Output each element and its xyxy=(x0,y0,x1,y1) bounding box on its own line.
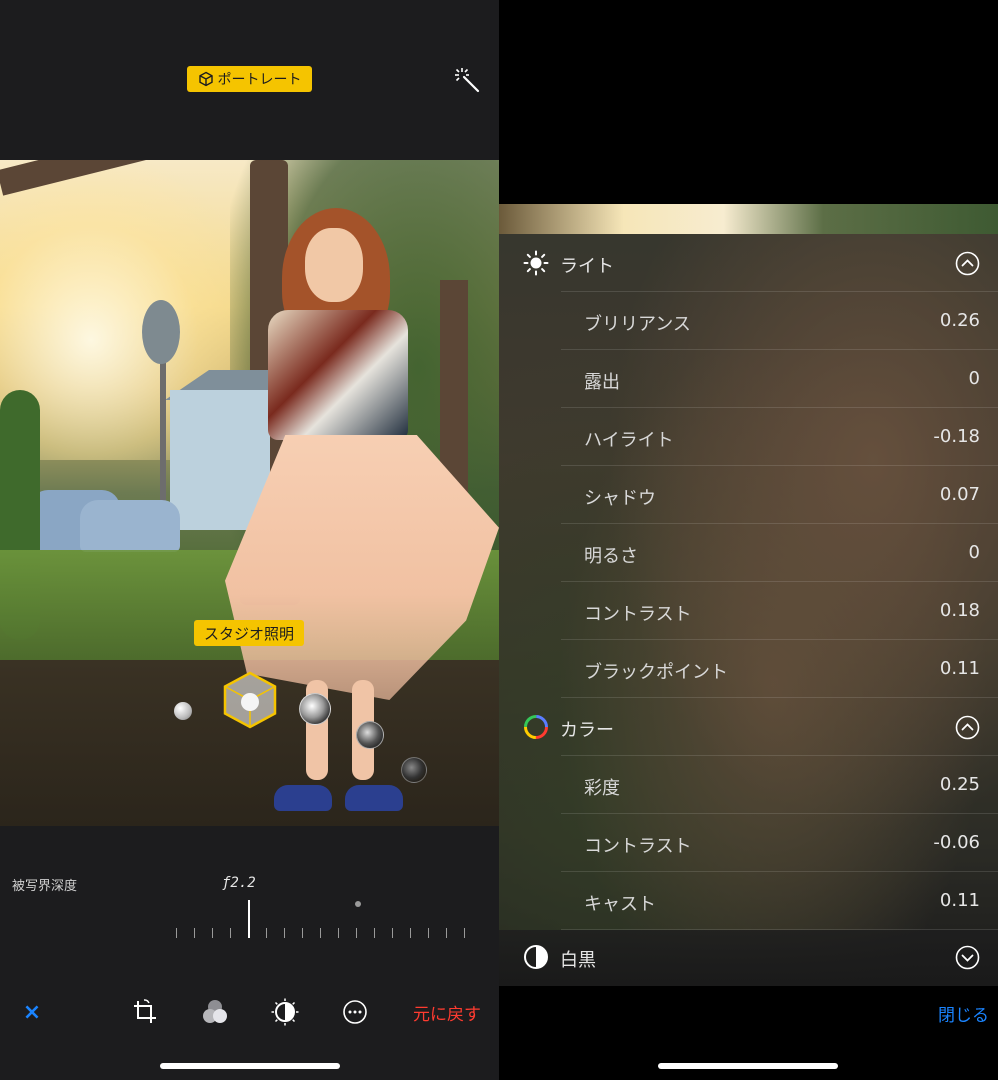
close-button[interactable]: 閉じる xyxy=(919,998,989,1028)
magic-wand-icon xyxy=(455,68,480,93)
section-header-color[interactable]: カラー xyxy=(499,698,998,756)
filters-button[interactable] xyxy=(199,996,231,1028)
section-title: 白黒 xyxy=(560,950,596,971)
cube-icon xyxy=(198,71,213,87)
cancel-button[interactable]: × xyxy=(18,996,46,1028)
adjust-item-vibrance[interactable]: コントラスト -0.06 xyxy=(499,814,998,872)
adjustments-list[interactable]: ライト ブリリアンス 0.26 露出 0 ハイライト -0.18 シャドウ 0.… xyxy=(499,234,998,986)
filters-icon xyxy=(203,1000,227,1023)
adjust-item-highlights[interactable]: ハイライト -0.18 xyxy=(499,408,998,466)
chevron-down-circle-icon[interactable] xyxy=(955,945,980,970)
item-value: 0.26 xyxy=(939,310,980,331)
adjust-item-exposure[interactable]: 露出 0 xyxy=(499,350,998,408)
half-circle-icon xyxy=(524,945,548,969)
adjustments-panel: ライト ブリリアンス 0.26 露出 0 ハイライト -0.18 シャドウ 0.… xyxy=(499,0,998,1080)
item-value: 0.25 xyxy=(939,774,980,795)
adjust-item-cast[interactable]: キャスト 0.11 xyxy=(499,872,998,930)
portrait-badge-label: ポートレート xyxy=(217,72,302,88)
more-button[interactable] xyxy=(340,996,370,1028)
light-option-natural[interactable] xyxy=(174,702,192,720)
home-indicator[interactable] xyxy=(658,1063,838,1069)
item-label: ブリリアンス xyxy=(584,314,691,335)
section-title: カラー xyxy=(560,720,614,741)
light-option-stage-mono[interactable] xyxy=(401,757,427,783)
adjust-item-brightness[interactable]: 明るさ 0 xyxy=(499,524,998,582)
section-header-black-white[interactable]: 白黒 xyxy=(499,930,998,986)
section-header-light[interactable]: ライト xyxy=(499,234,998,292)
item-value: 0.18 xyxy=(939,600,980,621)
auto-enhance-button[interactable] xyxy=(451,64,483,96)
home-indicator[interactable] xyxy=(160,1063,340,1069)
item-value: 0 xyxy=(968,542,980,563)
depth-slider[interactable] xyxy=(170,896,470,942)
item-label: シャドウ xyxy=(584,488,656,509)
item-label: 彩度 xyxy=(584,778,620,799)
depth-of-field-label: 被写界深度 xyxy=(12,879,78,894)
adjust-item-black-point[interactable]: ブラックポイント 0.11 xyxy=(499,640,998,698)
item-label: コントラスト xyxy=(584,604,692,625)
crop-button[interactable] xyxy=(130,996,160,1028)
item-value: 0.11 xyxy=(939,658,980,679)
chevron-up-circle-icon[interactable] xyxy=(955,251,980,276)
chevron-up-circle-icon[interactable] xyxy=(955,715,980,740)
portrait-editor-panel: ポートレート スタジオ照明 被写界深度 ƒ2.2 × 元に戻す xyxy=(0,0,499,1080)
adjust-dial-icon xyxy=(271,998,299,1026)
adjust-item-brilliance[interactable]: ブリリアンス 0.26 xyxy=(499,292,998,350)
item-label: キャスト xyxy=(584,894,656,915)
sun-icon xyxy=(523,250,549,276)
photo-preview-strip xyxy=(499,204,998,236)
item-label: 明るさ xyxy=(584,546,638,567)
adjust-item-shadows[interactable]: シャドウ 0.07 xyxy=(499,466,998,524)
crop-rotate-icon xyxy=(134,999,156,1023)
revert-button[interactable]: 元に戻す xyxy=(402,996,492,1028)
item-value: 0.07 xyxy=(939,484,980,505)
depth-default-marker xyxy=(355,901,361,907)
section-title: ライト xyxy=(560,256,614,277)
light-option-studio-selected[interactable] xyxy=(222,671,278,729)
adjust-button[interactable] xyxy=(269,996,301,1028)
item-value: -0.18 xyxy=(933,426,980,447)
portrait-toggle-button[interactable]: ポートレート xyxy=(187,66,312,92)
depth-slider-indicator xyxy=(248,900,250,938)
item-value: 0 xyxy=(968,368,980,389)
item-label: 露出 xyxy=(584,372,620,393)
more-ellipsis-icon xyxy=(343,1000,367,1024)
studio-lighting-label: スタジオ照明 xyxy=(194,620,304,646)
light-option-contour[interactable] xyxy=(299,693,331,725)
item-label: コントラスト xyxy=(584,836,692,857)
item-value: -0.06 xyxy=(933,832,980,853)
light-option-stage[interactable] xyxy=(356,721,384,749)
studio-light-cube-icon xyxy=(223,671,277,729)
item-label: ハイライト xyxy=(584,430,674,451)
adjust-item-contrast[interactable]: コントラスト 0.18 xyxy=(499,582,998,640)
item-label: ブラックポイント xyxy=(584,662,728,683)
aperture-value: ƒ2.2 xyxy=(222,875,256,891)
item-value: 0.11 xyxy=(939,890,980,911)
adjust-item-saturation[interactable]: 彩度 0.25 xyxy=(499,756,998,814)
color-wheel-icon xyxy=(524,715,548,739)
